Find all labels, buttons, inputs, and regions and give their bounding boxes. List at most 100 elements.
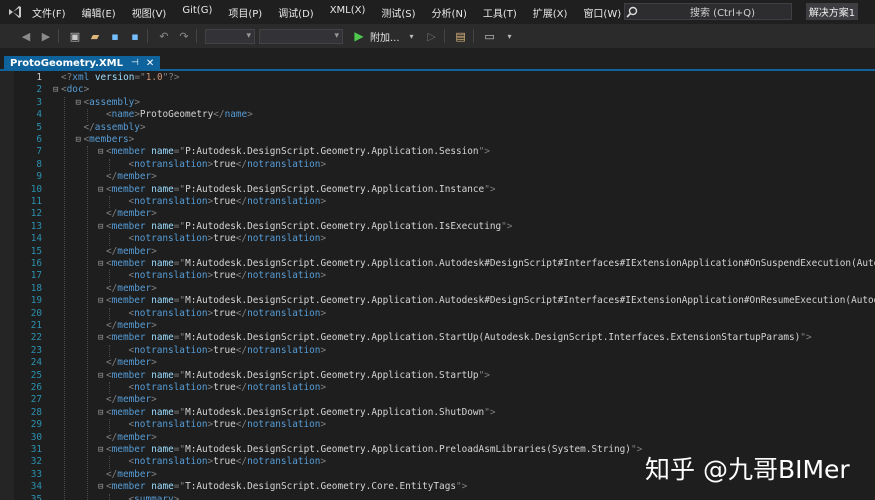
menu-item-8[interactable]: 分析(N) — [432, 5, 467, 20]
token-pl: M:Autodesk.DesignScript.Geometry.Applica… — [185, 369, 479, 381]
code-text: </member> — [106, 320, 157, 332]
redo-icon[interactable]: ↷ — [176, 28, 192, 44]
search-input[interactable]: 搜索 (Ctrl+Q) — [686, 4, 755, 19]
code-text: </member> — [106, 357, 157, 369]
code-text: </member> — [106, 208, 157, 220]
token-punc: =" — [173, 481, 186, 493]
visual-studio-logo-icon[interactable] — [0, 0, 30, 24]
solution-button[interactable]: 解决方案1 — [806, 3, 858, 20]
attach-dropdown-icon[interactable]: ▾ — [404, 28, 420, 44]
line-number: 10 — [30, 183, 42, 195]
undo-icon[interactable]: ↶ — [156, 28, 172, 44]
toolbar-separator — [443, 29, 445, 43]
solution-platform-dropdown[interactable] — [259, 28, 343, 44]
code-text: <member name="M:Autodesk.DesignScript.Ge… — [106, 295, 875, 307]
code-text: <member name="M:Autodesk.DesignScript.Ge… — [106, 258, 875, 270]
menu-item-0[interactable]: 文件(F) — [32, 5, 66, 20]
indent-guide — [109, 233, 110, 246]
token-punc: </ — [106, 431, 118, 443]
token-tag: notranslation — [247, 419, 321, 431]
start-debug-icon[interactable]: ▶ — [351, 28, 367, 44]
code-text: <notranslation>true</notranslation> — [129, 382, 327, 394]
menu-item-4[interactable]: 项目(P) — [228, 5, 262, 20]
save-all-icon[interactable]: ▪ — [127, 28, 143, 44]
attach-button[interactable]: 附加... — [370, 29, 400, 44]
toolbar-separator — [472, 29, 474, 43]
code-text: <notranslation>true</notranslation> — [129, 308, 327, 320]
line-number: 13 — [30, 220, 42, 232]
token-tag: name — [111, 109, 135, 121]
line-number: 17 — [30, 270, 42, 282]
token-tag: member — [111, 332, 146, 344]
token-punc: </ — [235, 158, 248, 170]
token-attr: name — [151, 220, 174, 232]
token-punc: > — [151, 394, 157, 406]
token-tag: member — [111, 146, 146, 158]
token-attr: name — [151, 369, 174, 381]
line-number: 1 — [36, 72, 42, 83]
open-file-icon[interactable]: ▰ — [87, 28, 103, 44]
document-tab[interactable]: ProtoGeometry.XML ⊣ ✕ — [4, 56, 161, 70]
line-number: 29 — [30, 419, 42, 431]
code-text: <assembly> — [84, 97, 140, 109]
token-tag: notranslation — [247, 307, 321, 319]
token-pl: ProtoGeometry — [139, 109, 214, 121]
forward-icon[interactable]: ▶ — [38, 28, 54, 44]
layout-icon[interactable]: ▭ — [482, 28, 498, 44]
pin-icon[interactable]: ⊣ — [131, 58, 139, 68]
token-tag: member — [117, 282, 152, 294]
token-punc: </ — [106, 208, 118, 220]
save-icon[interactable]: ▪ — [107, 28, 123, 44]
token-pl: P:Autodesk.DesignScript.Geometry.Applica… — [185, 220, 502, 232]
token-tag: notranslation — [247, 456, 321, 468]
start-without-debug-icon[interactable]: ▷ — [424, 28, 440, 44]
line-number: 34 — [30, 481, 42, 493]
code-text: </member> — [106, 283, 157, 295]
menu-item-1[interactable]: 编辑(E) — [82, 5, 116, 20]
token-tag: assembly — [94, 121, 140, 133]
close-icon[interactable]: ✕ — [146, 58, 154, 69]
code-editor[interactable]: 1 <?xml version="1.0"?> 2 ⊟ <doc> 3 ⊟ <assembly… — [0, 71, 875, 500]
code-text: </member> — [106, 246, 157, 258]
token-tag: member — [111, 295, 146, 307]
code-text: <member name="T:Autodesk.DesignScript.Ge… — [106, 481, 467, 493]
new-project-icon[interactable]: ▣ — [67, 28, 83, 44]
menu-item-7[interactable]: 测试(S) — [381, 5, 415, 20]
browser-link-icon[interactable]: ▤ — [453, 28, 469, 44]
back-icon[interactable]: ◀ — [18, 28, 34, 44]
token-punc: </ — [106, 394, 118, 406]
indent-guide — [109, 419, 110, 432]
code-text: <member name="P:Autodesk.DesignScript.Ge… — [106, 221, 512, 233]
menu-item-9[interactable]: 工具(T) — [483, 5, 517, 20]
token-tag: member — [117, 208, 152, 220]
solution-configuration-dropdown[interactable] — [205, 28, 255, 44]
indent-guide — [109, 158, 110, 172]
indent-guide — [64, 96, 65, 500]
menu-item-5[interactable]: 调试(D) — [278, 5, 314, 20]
toolbar-options-icon[interactable]: ▾ — [502, 28, 518, 44]
token-pl: P:Autodesk.DesignScript.Geometry.Applica… — [185, 146, 479, 158]
line-number: 19 — [30, 295, 42, 307]
token-punc: > — [151, 282, 157, 294]
token-val: 1.0 — [145, 72, 163, 83]
menu-item-11[interactable]: 窗口(W) — [583, 5, 621, 20]
search-box[interactable]: 搜索 (Ctrl+Q) — [624, 3, 792, 20]
code-text: </assembly> — [84, 122, 146, 134]
token-tag: notranslation — [247, 344, 321, 356]
token-punc: > — [151, 245, 157, 257]
token-tag: member — [117, 245, 152, 257]
menu-item-10[interactable]: 扩展(X) — [533, 5, 568, 20]
menu-item-3[interactable]: Git(G) — [182, 5, 212, 20]
token-punc: </ — [235, 270, 248, 282]
line-number: 2 — [36, 84, 42, 96]
line-number: 12 — [30, 208, 42, 220]
indent-guide — [109, 196, 110, 209]
token-tag: notranslation — [247, 196, 321, 207]
token-tag: member — [117, 357, 152, 369]
line-number: 31 — [30, 444, 42, 455]
menu-item-2[interactable]: 视图(V) — [132, 5, 167, 20]
token-tag: member — [111, 220, 146, 232]
token-punc: "> — [478, 369, 490, 381]
token-punc: > — [320, 419, 327, 431]
menu-item-6[interactable]: XML(X) — [330, 5, 366, 20]
